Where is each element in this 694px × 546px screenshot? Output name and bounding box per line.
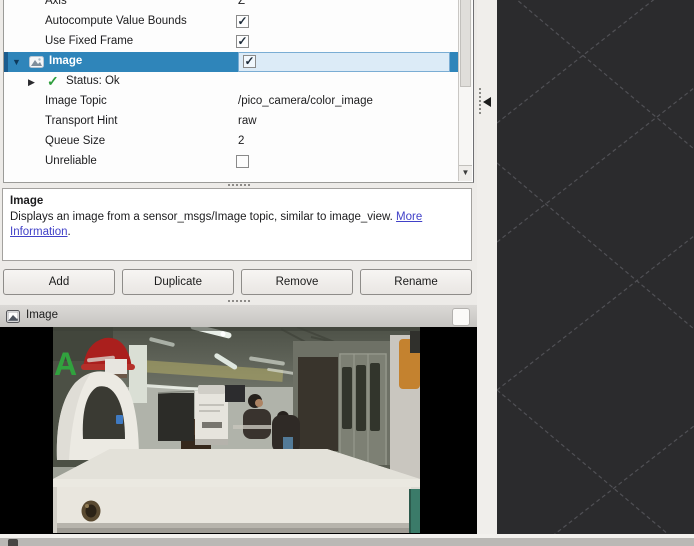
property-row-queue-size[interactable]: Queue Size 2 (4, 132, 459, 152)
property-label: Transport Hint (45, 115, 117, 127)
grid-lines (497, 0, 694, 534)
image-display-icon (29, 56, 44, 68)
image-panel-icon (6, 310, 20, 323)
property-label: Image Topic (45, 95, 107, 107)
checkbox-checked[interactable]: ✓ (243, 55, 256, 68)
checkbox-checked[interactable]: ✓ (236, 35, 249, 48)
rviz-window: Axis Z Autocompute Value Bounds ✓ Use Fi… (0, 0, 694, 546)
image-display-panel: A (0, 327, 477, 534)
property-row-image-topic[interactable]: Image Topic /pico_camera/color_image (4, 92, 459, 112)
splitter-grip-dots (479, 88, 481, 114)
panel-resize-handle[interactable] (228, 184, 250, 186)
time-panel-fragment (8, 539, 18, 546)
property-row-status[interactable]: ▶ ✓ Status: Ok (4, 72, 459, 92)
check-icon: ✓ (237, 16, 248, 27)
description-body: Displays an image from a sensor_msgs/Ima… (10, 211, 396, 223)
render-viewport-3d[interactable] (497, 0, 694, 534)
collapse-left-icon[interactable] (483, 97, 491, 107)
check-icon: ✓ (237, 36, 248, 47)
panel-float-button[interactable] (452, 308, 470, 326)
display-description-box: Image Displays an image from a sensor_ms… (2, 188, 472, 261)
selected-value-cell[interactable]: ✓ (238, 52, 450, 72)
property-label: Use Fixed Frame (45, 35, 133, 47)
checkbox-unchecked[interactable] (236, 155, 249, 168)
time-panel-edge (0, 538, 694, 546)
property-row-use-fixed-frame[interactable]: Use Fixed Frame ✓ (4, 32, 459, 52)
scrollbar-thumb[interactable] (460, 0, 471, 87)
property-value[interactable]: raw (238, 115, 257, 127)
status-ok-check-icon: ✓ (47, 73, 59, 90)
displays-property-tree: Axis Z Autocompute Value Bounds ✓ Use Fi… (3, 0, 474, 183)
property-label: Queue Size (45, 135, 105, 147)
property-value[interactable]: Z (238, 0, 245, 7)
image-panel-titlebar[interactable]: Image (0, 304, 477, 327)
scroll-down-icon: ▼ (462, 168, 470, 177)
add-button[interactable]: Add (3, 269, 115, 295)
property-label: Autocompute Value Bounds (45, 15, 187, 27)
checkbox-checked[interactable]: ✓ (236, 15, 249, 28)
display-name: Image (49, 55, 82, 67)
remove-button[interactable]: Remove (241, 269, 353, 295)
camera-image: A (53, 327, 420, 533)
check-icon: ✓ (244, 56, 255, 67)
property-value[interactable]: 2 (238, 135, 244, 147)
property-row-unreliable[interactable]: Unreliable (4, 152, 459, 172)
expand-open-icon[interactable]: ▼ (12, 57, 21, 67)
property-row-transport-hint[interactable]: Transport Hint raw (4, 112, 459, 132)
tree-scrollbar[interactable]: ▼ (458, 0, 472, 181)
image-panel-title: Image (26, 309, 58, 321)
description-period: . (68, 226, 71, 238)
property-row-autocompute-value-bounds[interactable]: Autocompute Value Bounds ✓ (4, 12, 459, 32)
property-row-axis[interactable]: Axis Z (4, 0, 459, 12)
property-label: Unreliable (45, 155, 97, 167)
description-title: Image (10, 195, 43, 207)
scroll-down-button[interactable]: ▼ (459, 165, 472, 181)
panel-splitter[interactable] (477, 0, 497, 534)
svg-text:A: A (54, 346, 77, 382)
property-value[interactable]: /pico_camera/color_image (238, 95, 373, 107)
panel-resize-handle[interactable] (228, 300, 250, 302)
property-label: Axis (45, 0, 67, 7)
expand-closed-icon[interactable]: ▶ (28, 77, 35, 87)
duplicate-button[interactable]: Duplicate (122, 269, 234, 295)
display-row-image-selected[interactable]: ▼ Image ✓ (4, 52, 459, 72)
rename-button[interactable]: Rename (360, 269, 472, 295)
status-label: Status: Ok (66, 75, 120, 87)
